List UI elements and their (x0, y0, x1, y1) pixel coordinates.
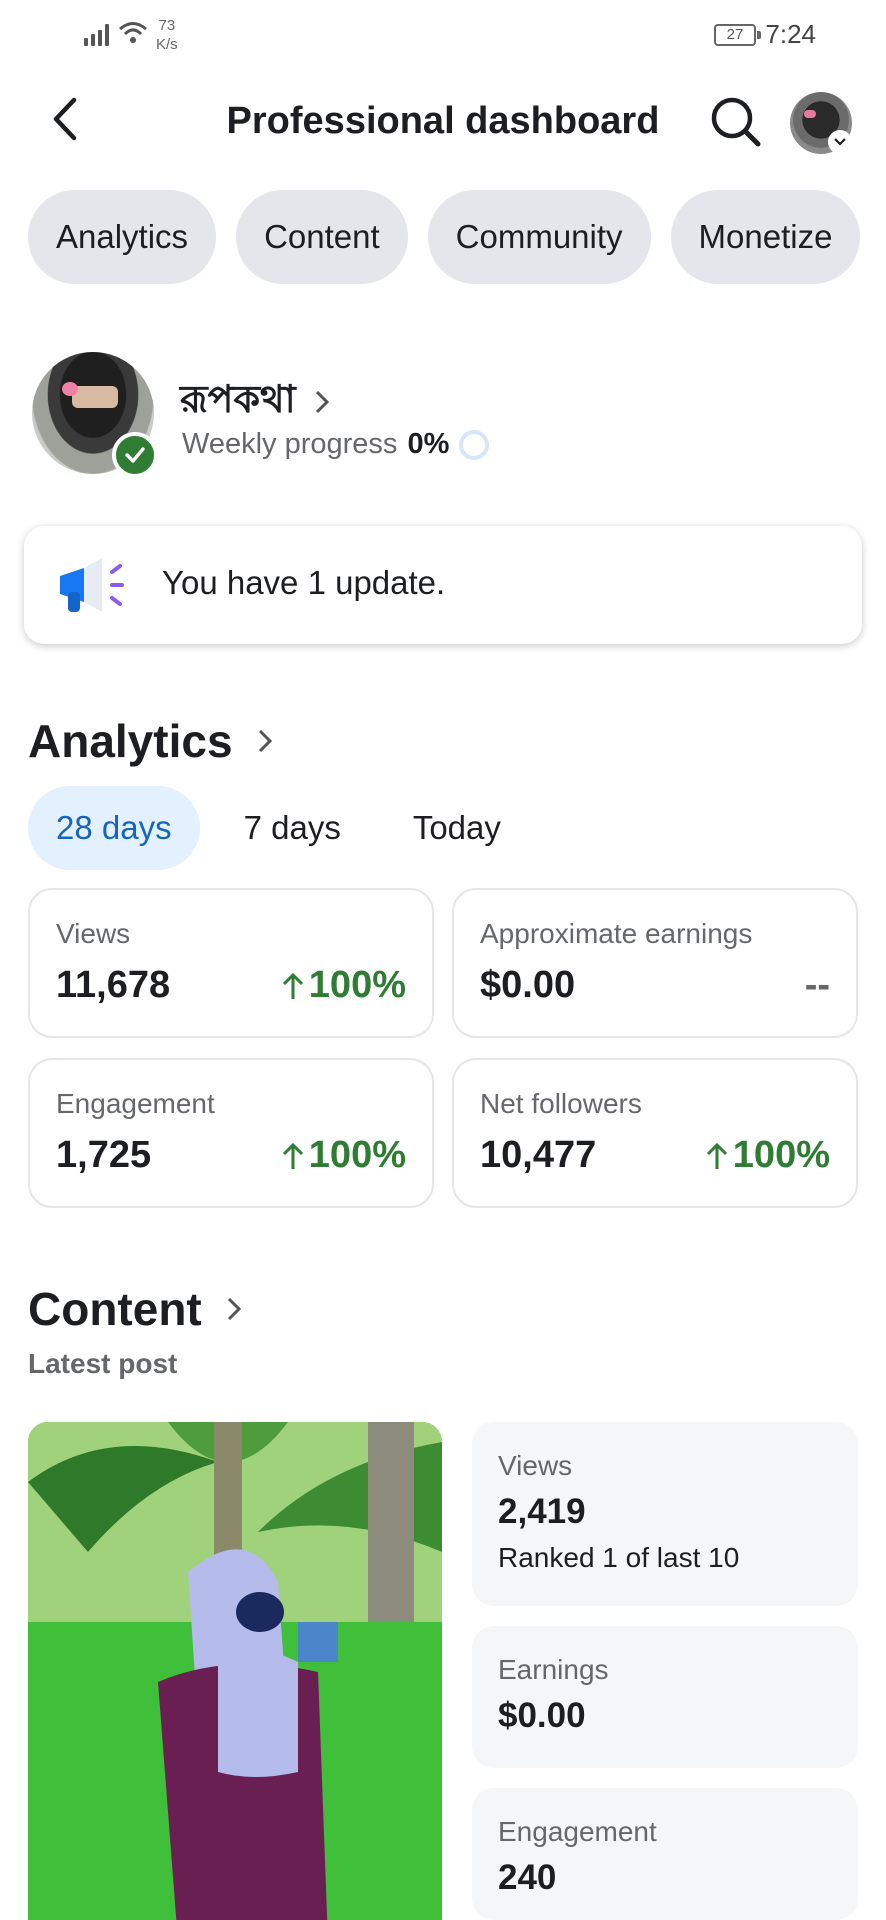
weekly-progress-value: 0% (407, 428, 450, 460)
megaphone-icon (60, 558, 124, 612)
tab-community[interactable]: Community (427, 190, 651, 284)
content-heading-link[interactable]: Content (28, 1282, 242, 1336)
profile-summary: রূপকথা Weekly progress 0% (30, 350, 860, 480)
period-today[interactable]: Today (385, 786, 529, 870)
post-metric-value: $0.00 (498, 1696, 586, 1735)
stat-change: 100% (281, 964, 406, 1007)
period-28-days[interactable]: 28 days (28, 786, 200, 870)
stat-change: 100% (281, 1134, 406, 1177)
stat-label: Approximate earnings (480, 918, 753, 949)
arrow-up-icon (282, 972, 303, 999)
update-banner[interactable]: You have 1 update. (24, 526, 862, 644)
post-metric-value: 2,419 (498, 1492, 586, 1531)
stat-change-value: 100% (308, 964, 406, 1006)
post-metric-label: Earnings (498, 1654, 609, 1685)
stat-label: Views (56, 918, 131, 949)
stat-label: Engagement (56, 1088, 215, 1119)
stat-card-views[interactable]: Views 11,678 100% (28, 888, 434, 1038)
verified-check-icon (112, 432, 158, 478)
post-metric-label: Engagement (498, 1816, 657, 1847)
stat-label: Net followers (480, 1088, 642, 1119)
chevron-right-icon (315, 390, 329, 414)
chevron-right-icon (258, 729, 272, 753)
stat-card-engagement[interactable]: Engagement 1,725 100% (28, 1058, 434, 1208)
weekly-progress-label: Weekly progress (182, 428, 398, 460)
stat-change: 100% (705, 1134, 830, 1177)
post-metric-label: Views (498, 1450, 573, 1481)
tab-bar: Analytics Content Community Monetize (28, 190, 861, 284)
profile-name-link[interactable]: রূপকথা (180, 370, 330, 434)
tab-content[interactable]: Content (236, 190, 408, 284)
stat-change: -- (805, 964, 830, 1007)
status-bar: 73 K/s 27 7:24 (0, 0, 886, 70)
stat-value: 11,678 (56, 964, 171, 1006)
battery-icon: 27 (714, 24, 761, 46)
content-heading: Content (28, 1283, 202, 1335)
tab-analytics[interactable]: Analytics (28, 190, 217, 284)
post-metric-engagement: Engagement 240 (472, 1788, 858, 1920)
analytics-heading-link[interactable]: Analytics (28, 714, 273, 768)
post-metric-views: Views 2,419 Ranked 1 of last 10 (472, 1422, 858, 1606)
analytics-heading: Analytics (28, 715, 233, 767)
arrow-up-icon (282, 1142, 303, 1169)
search-button[interactable] (706, 92, 766, 152)
profile-name: রূপকথা (180, 379, 296, 421)
wifi-icon (119, 22, 147, 43)
chevron-right-icon (227, 1297, 241, 1321)
weekly-progress: Weekly progress 0% (182, 428, 490, 461)
stat-value: 1,725 (56, 1134, 152, 1176)
tab-monetize[interactable]: Monetize (670, 190, 861, 284)
post-metric-earnings: Earnings $0.00 (472, 1626, 858, 1768)
latest-post-label: Latest post (28, 1348, 178, 1379)
stat-card-net-followers[interactable]: Net followers 10,477 100% (452, 1058, 858, 1208)
post-photo (28, 1422, 442, 1920)
signal-icon (84, 24, 109, 46)
update-text: You have 1 update. (162, 564, 446, 601)
post-metric-note: Ranked 1 of last 10 (498, 1542, 740, 1573)
period-filter: 28 days 7 days Today (28, 786, 529, 870)
stat-value: 10,477 (480, 1134, 597, 1176)
header: Professional dashboard (0, 80, 886, 160)
stat-card-approximate-earnings[interactable]: Approximate earnings $0.00 -- (452, 888, 858, 1038)
stat-change-value: 100% (308, 1134, 406, 1176)
chevron-down-icon[interactable] (828, 130, 852, 154)
post-metric-value: 240 (498, 1858, 557, 1897)
stat-change-value: -- (804, 964, 830, 1006)
latest-post-thumbnail[interactable] (28, 1422, 442, 1920)
stat-change-value: 100% (732, 1134, 830, 1176)
arrow-up-icon (706, 1142, 727, 1169)
network-speed-unit: K/s (156, 36, 178, 53)
network-speed-value: 73 (158, 17, 176, 34)
network-speed: 73 K/s (156, 16, 178, 54)
progress-ring-icon (459, 429, 490, 460)
clock: 7:24 (765, 19, 816, 49)
stat-value: $0.00 (480, 964, 576, 1006)
search-icon (711, 97, 761, 147)
period-7-days[interactable]: 7 days (216, 786, 369, 870)
battery-level: 27 (726, 26, 744, 43)
